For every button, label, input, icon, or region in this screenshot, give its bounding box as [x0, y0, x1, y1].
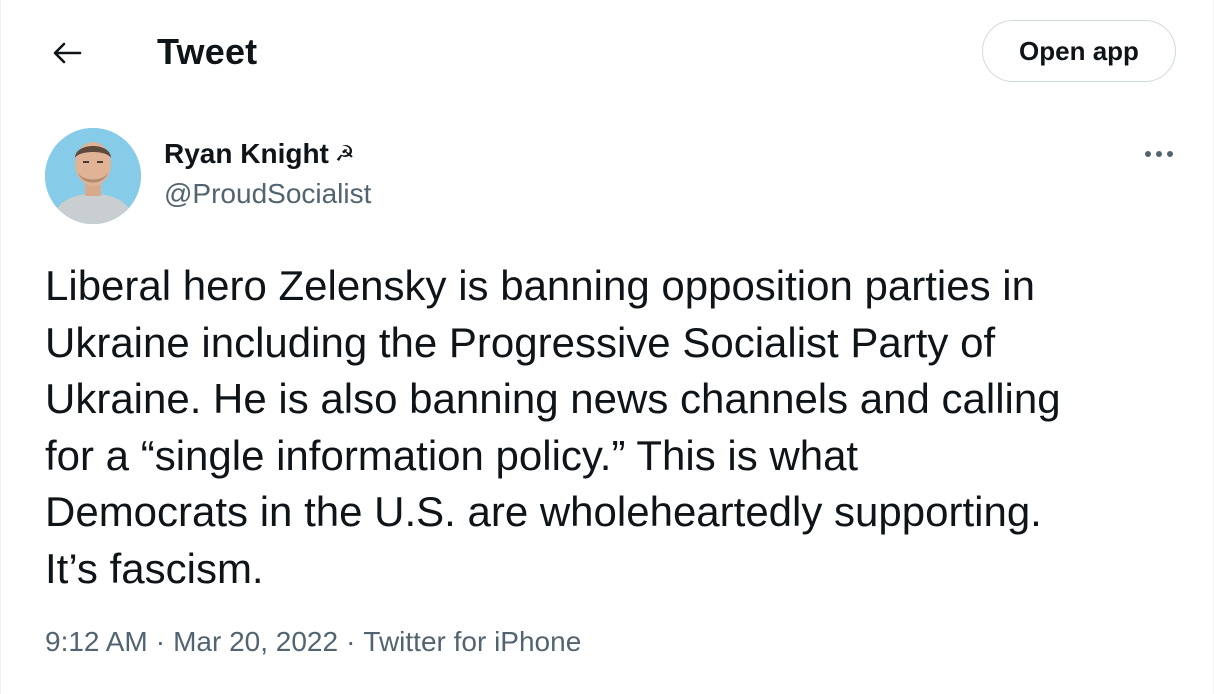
author-handle[interactable]: @ProudSocialist — [164, 176, 371, 212]
tweet-text: Liberal hero Zelensky is banning opposit… — [45, 262, 1061, 592]
profile-photo — [45, 128, 141, 224]
separator-dot: · — [155, 626, 166, 657]
tweet-timestamp[interactable]: 9:12 AM — [45, 626, 148, 657]
tweet-metadata: 9:12 AM · Mar 20, 2022 · Twitter for iPhone — [45, 624, 581, 660]
arrow-left-icon — [52, 41, 82, 65]
more-dots-icon — [1144, 145, 1174, 163]
avatar[interactable] — [45, 128, 141, 224]
page-title: Tweet — [157, 31, 258, 72]
hammer-sickle-icon: ☭ — [334, 141, 355, 166]
author-name[interactable]: Ryan Knight ☭ — [164, 136, 355, 172]
tweet-date[interactable]: Mar 20, 2022 — [173, 626, 338, 657]
back-button[interactable] — [41, 33, 93, 73]
more-options-button[interactable] — [1137, 138, 1181, 170]
separator-dot: · — [346, 626, 356, 657]
tweet-page: Tweet Open app Ryan Knight ☭ @ProudSocia… — [0, 0, 1214, 694]
author-name-text: Ryan Knight — [164, 138, 329, 169]
open-app-button[interactable]: Open app — [982, 20, 1176, 82]
tweet-source[interactable]: Twitter for iPhone — [363, 626, 581, 657]
